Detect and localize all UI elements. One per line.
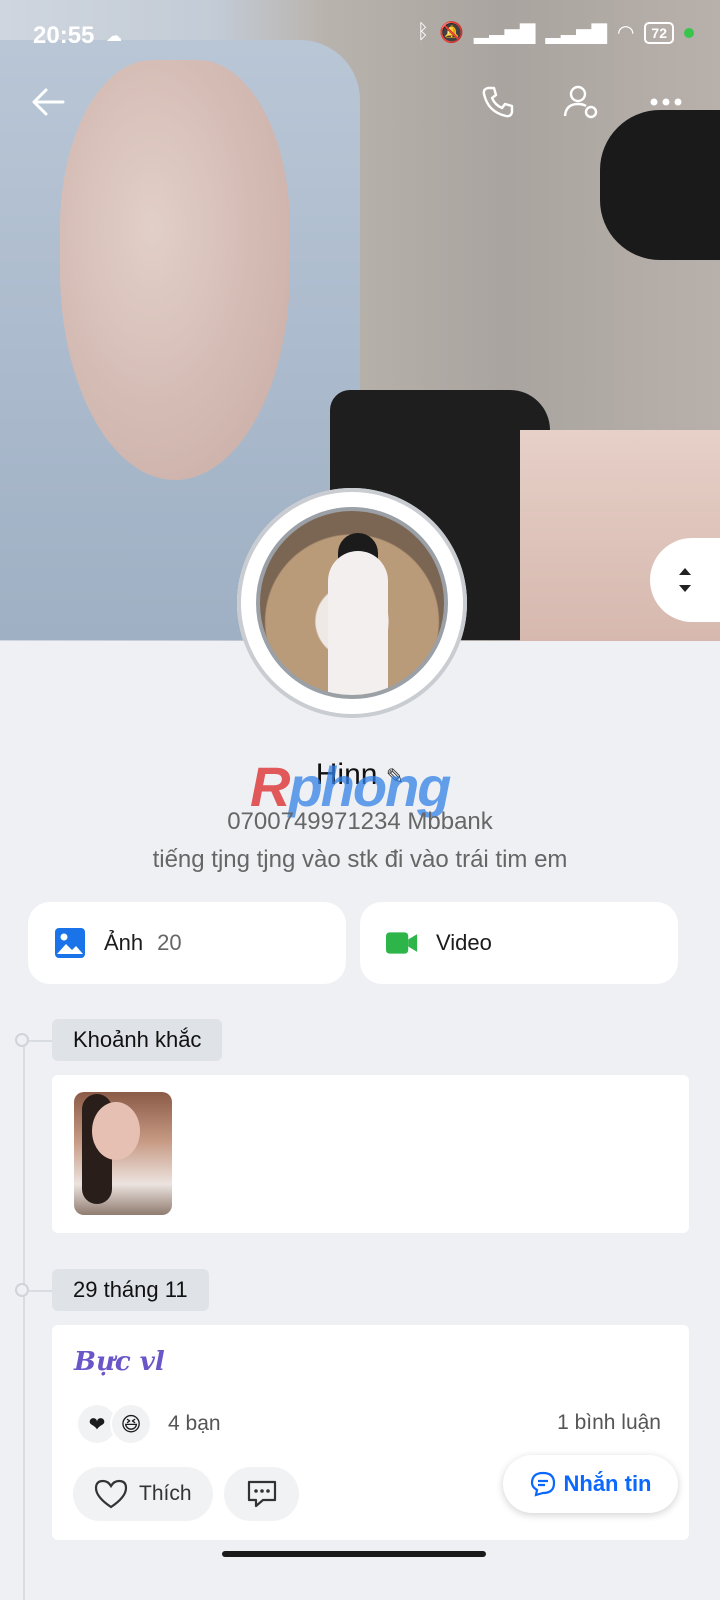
home-indicator[interactable] — [222, 1551, 486, 1557]
message-label: Nhắn tin — [563, 1471, 652, 1496]
like-button[interactable]: Thích — [73, 1467, 213, 1521]
signal-icon: ▂▃▅▇ — [545, 22, 607, 44]
back-button[interactable] — [28, 84, 68, 120]
photos-label: Ảnh — [104, 930, 144, 955]
avatar[interactable] — [256, 507, 448, 699]
profile-settings-button[interactable] — [560, 80, 604, 124]
comment-icon — [247, 1480, 276, 1508]
timeline-line — [23, 1040, 25, 1600]
comment-count[interactable]: 1 bình luận — [557, 1411, 661, 1435]
photos-button[interactable]: Ảnh 20 — [28, 902, 346, 984]
phone-icon — [482, 86, 514, 118]
message-button[interactable]: Nhắn tin — [503, 1455, 678, 1513]
bluetooth-icon: ᛒ — [417, 21, 429, 43]
reaction-count: 4 bạn — [168, 1412, 221, 1435]
laugh-reaction-icon: 😆 — [110, 1403, 152, 1445]
cover-shape — [600, 110, 720, 260]
cloud-icon: ☁ — [106, 28, 122, 45]
timeline-dot — [15, 1283, 29, 1297]
up-down-arrows-icon — [679, 568, 691, 592]
wifi-icon: ◠ — [616, 22, 635, 44]
reactions-summary[interactable]: ❤ 😆 4 bạn — [76, 1403, 221, 1445]
call-button[interactable] — [478, 82, 518, 122]
profile-subtitle: 0700749971234 Mbbank — [227, 808, 493, 835]
status-icons: ᛒ 🔕 ▂▃▅▇ ▂▃▅▇ ◠ 72 — [417, 20, 694, 45]
timeline-connector — [29, 1290, 53, 1292]
more-dots-icon — [650, 98, 682, 106]
thumb-shape — [92, 1102, 140, 1160]
video-button[interactable]: Video — [360, 902, 678, 984]
status-time: 20:55 — [33, 22, 95, 49]
moments-card — [52, 1075, 689, 1233]
moments-chip: Khoảnh khắc — [52, 1019, 223, 1061]
image-icon — [54, 927, 86, 959]
video-label: Video — [436, 930, 492, 955]
status-bar: 20:55 ☁ ᛒ 🔕 ▂▃▅▇ ▂▃▅▇ ◠ 72 — [0, 0, 720, 70]
heart-outline-icon — [94, 1479, 128, 1509]
avatar-shape — [328, 551, 388, 695]
photos-count: 20 — [157, 930, 182, 955]
back-arrow-icon — [32, 88, 65, 116]
mute-icon: 🔕 — [439, 22, 464, 44]
timeline-dot — [15, 1033, 29, 1047]
video-camera-icon — [386, 927, 418, 959]
signal-icon: ▂▃▅▇ — [473, 22, 536, 44]
timeline-connector — [29, 1040, 53, 1042]
user-settings-icon — [563, 85, 598, 119]
profile-status: tiếng tjng tjng vào stk đi vào trái tim … — [152, 846, 568, 873]
privacy-dot-icon — [684, 27, 694, 38]
cover-shape — [60, 60, 290, 480]
date-chip: 29 tháng 11 — [52, 1269, 209, 1311]
comment-button[interactable] — [224, 1467, 299, 1521]
like-label: Thích — [139, 1482, 192, 1505]
chat-bubble-icon — [530, 1471, 555, 1497]
post-title: Bực vl — [74, 1347, 165, 1377]
more-options-button[interactable] — [646, 88, 686, 116]
moment-thumbnail[interactable] — [74, 1092, 172, 1215]
battery-icon: 72 — [644, 21, 674, 44]
